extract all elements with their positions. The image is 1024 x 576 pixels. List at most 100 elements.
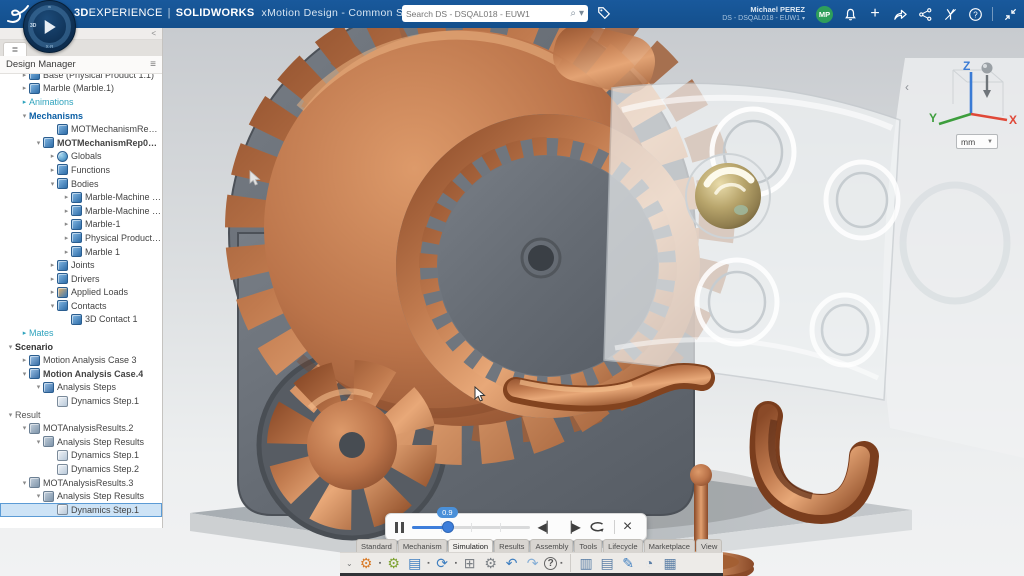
redo-button[interactable]: ↷ bbox=[523, 554, 542, 573]
tree-item[interactable]: ▾MOTMechanismRep0000... bbox=[0, 136, 162, 150]
tree-expander-icon[interactable]: ▸ bbox=[62, 220, 71, 228]
tree-item[interactable]: ▸Mates bbox=[0, 326, 162, 340]
tree-item[interactable]: Dynamics Step.1 bbox=[0, 394, 162, 408]
tree-expander-icon[interactable]: ▸ bbox=[62, 207, 71, 215]
tree-expander-icon[interactable]: ▸ bbox=[20, 74, 29, 79]
pause-button[interactable] bbox=[395, 522, 404, 533]
tree-item[interactable]: ▾Scenario bbox=[0, 340, 162, 354]
tree-expander-icon[interactable]: ▾ bbox=[20, 112, 29, 120]
avatar[interactable]: MP bbox=[816, 6, 833, 23]
tree-expander-icon[interactable]: ▾ bbox=[34, 139, 43, 147]
tab-assembly[interactable]: Assembly bbox=[530, 539, 573, 552]
tree-item[interactable]: 3D Contact 1 bbox=[0, 313, 162, 327]
tab-standard[interactable]: Standard bbox=[356, 539, 397, 552]
tree-expander-icon[interactable]: ▾ bbox=[20, 424, 29, 432]
step-forward-button[interactable]: ▕▶ bbox=[563, 520, 581, 534]
dropdown-dot-icon[interactable]: ▪ bbox=[379, 560, 381, 567]
model-options-button[interactable]: ⚙ bbox=[384, 554, 403, 573]
chevron-down-icon[interactable]: ▾ bbox=[579, 8, 584, 19]
tree-item[interactable]: ▸Joints bbox=[0, 258, 162, 272]
help-button[interactable]: ? bbox=[544, 557, 557, 570]
tree-item[interactable]: Dynamics Step.2 bbox=[0, 462, 162, 476]
glass-track-block[interactable] bbox=[604, 83, 900, 400]
dropdown-dot-icon[interactable]: ▪ bbox=[560, 560, 562, 567]
tree-expander-icon[interactable]: ▾ bbox=[48, 302, 57, 310]
tree-expander-icon[interactable]: ▾ bbox=[34, 438, 43, 446]
user-identity[interactable]: Michael PEREZ DS - DSQAL018 - EUW1 ▾ bbox=[722, 5, 805, 24]
tree-expander-icon[interactable]: ▸ bbox=[20, 356, 29, 364]
tree-expander-icon[interactable]: ▸ bbox=[20, 329, 29, 337]
tab-view[interactable]: View bbox=[696, 539, 722, 552]
tree-item[interactable]: ▾MOTAnalysisResults.3 bbox=[0, 476, 162, 490]
units-dropdown[interactable]: mm▼ bbox=[956, 134, 998, 149]
close-icon[interactable]: × bbox=[623, 520, 632, 534]
tab-results[interactable]: Results bbox=[494, 539, 529, 552]
step-back-button[interactable]: ◀▏ bbox=[538, 520, 556, 534]
tree-item[interactable]: ▸Animations bbox=[0, 95, 162, 109]
overflow-chevron-icon[interactable]: ⌄ bbox=[346, 559, 353, 568]
tree-expander-icon[interactable]: ▸ bbox=[48, 275, 57, 283]
tree-expander-icon[interactable]: ▾ bbox=[20, 370, 29, 378]
tag-icon[interactable] bbox=[596, 5, 612, 21]
simulation-review-button[interactable]: ▤ bbox=[598, 554, 617, 573]
tab-simulation[interactable]: Simulation bbox=[448, 539, 493, 552]
tree-expander-icon[interactable]: ▸ bbox=[48, 261, 57, 269]
tree-item[interactable]: ▸Functions bbox=[0, 163, 162, 177]
tree-item[interactable]: ▾Bodies bbox=[0, 177, 162, 191]
tree-item[interactable]: ▸Drivers bbox=[0, 272, 162, 286]
tree-item[interactable]: ▸Motion Analysis Case 3 bbox=[0, 353, 162, 367]
search-box[interactable]: ⌕ ▾ bbox=[402, 5, 588, 22]
tree-expander-icon[interactable]: ▸ bbox=[20, 84, 29, 92]
simulation-report-button[interactable]: ▦ bbox=[661, 554, 680, 573]
tree-item[interactable]: Dynamics Step.1 bbox=[0, 503, 162, 517]
axis-triad[interactable]: Z Y X bbox=[925, 58, 1017, 138]
tree-item[interactable]: ▸Marble-Machine 2-... bbox=[0, 204, 162, 218]
tree-item[interactable]: MOTMechanismRep0000... bbox=[0, 122, 162, 136]
dropdown-dot-icon[interactable]: ▪ bbox=[455, 560, 457, 567]
slider-handle[interactable] bbox=[442, 521, 454, 533]
tree-item[interactable]: ▸Applied Loads bbox=[0, 286, 162, 300]
tree-expander-icon[interactable]: ▾ bbox=[48, 180, 57, 188]
panel-collapse-icon[interactable]: < bbox=[151, 29, 156, 38]
tree-item[interactable]: ▸Physical Product 1.1 bbox=[0, 231, 162, 245]
tree-item[interactable]: ▾Analysis Steps bbox=[0, 381, 162, 395]
share-network-icon[interactable] bbox=[917, 6, 933, 22]
tree-expander-icon[interactable]: ▸ bbox=[62, 234, 71, 242]
viewport-panel-chevron[interactable]: ‹ bbox=[905, 80, 909, 94]
simulation-timeline-button[interactable]: ◔ bbox=[640, 554, 659, 573]
tree-item[interactable]: ▸Globals bbox=[0, 150, 162, 164]
tab-lifecycle[interactable]: Lifecycle bbox=[603, 539, 643, 552]
tree-item[interactable]: ▾Contacts bbox=[0, 299, 162, 313]
undo-button[interactable]: ↶ bbox=[502, 554, 521, 573]
tree-item[interactable]: ▾Analysis Step Results bbox=[0, 489, 162, 503]
user-compass-icon[interactable] bbox=[942, 6, 958, 22]
3dexperience-compass[interactable]: ≈ 3D X·R bbox=[23, 0, 76, 53]
play-icon[interactable] bbox=[44, 20, 55, 34]
tree-item[interactable]: Dynamics Step.1 bbox=[0, 449, 162, 463]
tab-marketplace[interactable]: Marketplace bbox=[644, 539, 695, 552]
tree-expander-icon[interactable]: ▸ bbox=[62, 193, 71, 201]
marble-ball[interactable] bbox=[686, 154, 770, 238]
preferences-button[interactable]: ⚙ bbox=[481, 554, 500, 573]
tree-item[interactable]: ▾Analysis Step Results bbox=[0, 435, 162, 449]
tree-item[interactable]: ▾MOTAnalysisResults.2 bbox=[0, 421, 162, 435]
tree-item[interactable]: ▸Marble 1 bbox=[0, 245, 162, 259]
help-icon[interactable]: ? bbox=[967, 6, 983, 22]
tree-expander-icon[interactable]: ▾ bbox=[6, 343, 15, 351]
plus-icon[interactable]: + bbox=[867, 6, 883, 22]
tree-expander-icon[interactable]: ▸ bbox=[62, 248, 71, 256]
tree-expander-icon[interactable]: ▾ bbox=[6, 411, 15, 419]
collapse-icon[interactable] bbox=[1002, 6, 1018, 22]
search-icon[interactable]: ⌕ bbox=[570, 8, 576, 19]
new-content-button[interactable]: ⚙ bbox=[357, 554, 376, 573]
tree-item[interactable]: ▸Marble (Marble.1) bbox=[0, 82, 162, 96]
tab-tools[interactable]: Tools bbox=[574, 539, 602, 552]
tree-item[interactable]: ▸Base (Physical Product 1.1) bbox=[0, 74, 162, 82]
tree-expander-icon[interactable]: ▸ bbox=[20, 98, 29, 106]
save-button[interactable]: ▤ bbox=[405, 554, 424, 573]
bell-icon[interactable] bbox=[842, 6, 858, 22]
tree-item[interactable]: ▸Marble-1 bbox=[0, 218, 162, 232]
tree-expander-icon[interactable]: ▾ bbox=[20, 479, 29, 487]
tree-tab-icon[interactable]: ≣ bbox=[3, 42, 27, 56]
share-icon[interactable] bbox=[892, 6, 908, 22]
